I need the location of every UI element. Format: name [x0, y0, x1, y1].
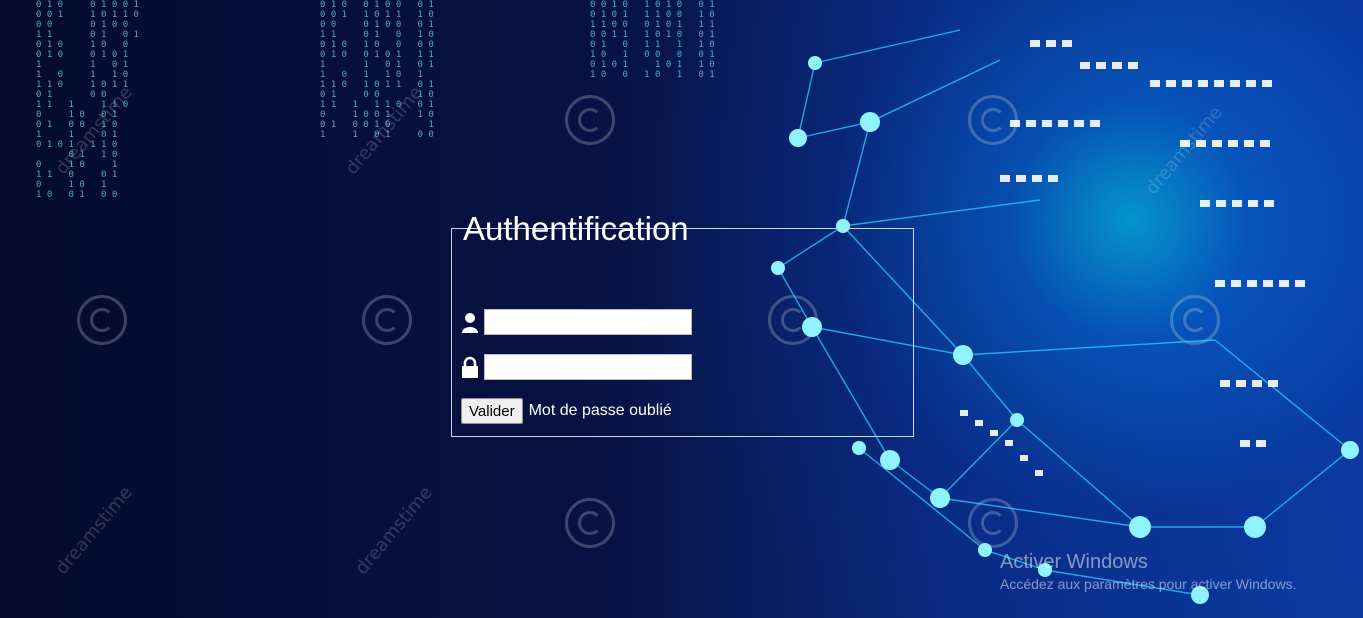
watermark-text: dreamstime	[51, 482, 137, 579]
watermark-text: dreamstime	[51, 82, 137, 179]
watermark-logo	[565, 95, 615, 145]
watermark-logo	[968, 498, 1018, 548]
username-row	[461, 309, 692, 335]
matrix-code-decoration: 0 1 0 0 1 0 0 1 0 0 1 1 0 1 1 0 0 0 0 1 …	[36, 0, 139, 200]
watermark-logo	[968, 95, 1018, 145]
matrix-code-decoration: 0 0 1 0 1 0 1 0 0 1 0 1 0 1 1 1 0 0 1 0 …	[590, 0, 715, 80]
watermark-text: dreamstime	[1141, 102, 1227, 199]
actions-row: Valider Mot de passe oublié	[461, 398, 672, 424]
windows-activation-subtitle: Accédez aux paramètres pour activer Wind…	[1000, 576, 1297, 592]
lock-icon	[461, 356, 479, 378]
password-input[interactable]	[484, 354, 692, 380]
forgot-password-link[interactable]: Mot de passe oublié	[529, 402, 672, 420]
submit-button[interactable]: Valider	[461, 398, 523, 424]
user-icon	[461, 311, 479, 333]
matrix-code-decoration: 0 1 0 0 1 0 0 0 1 0 0 1 1 0 1 1 1 0 0 0 …	[320, 0, 434, 140]
watermark-logo	[1170, 295, 1220, 345]
watermark-logo	[77, 295, 127, 345]
watermark-text: dreamstime	[341, 82, 427, 179]
username-input[interactable]	[484, 309, 692, 335]
watermark-logo	[362, 295, 412, 345]
windows-activation-notice: Activer Windows Accédez aux paramètres p…	[1000, 551, 1296, 592]
watermark-logo	[565, 498, 615, 548]
windows-activation-title: Activer Windows	[1000, 551, 1148, 573]
password-row	[461, 354, 692, 380]
watermark-text: dreamstime	[351, 482, 437, 579]
form-title: Authentification	[463, 210, 689, 247]
